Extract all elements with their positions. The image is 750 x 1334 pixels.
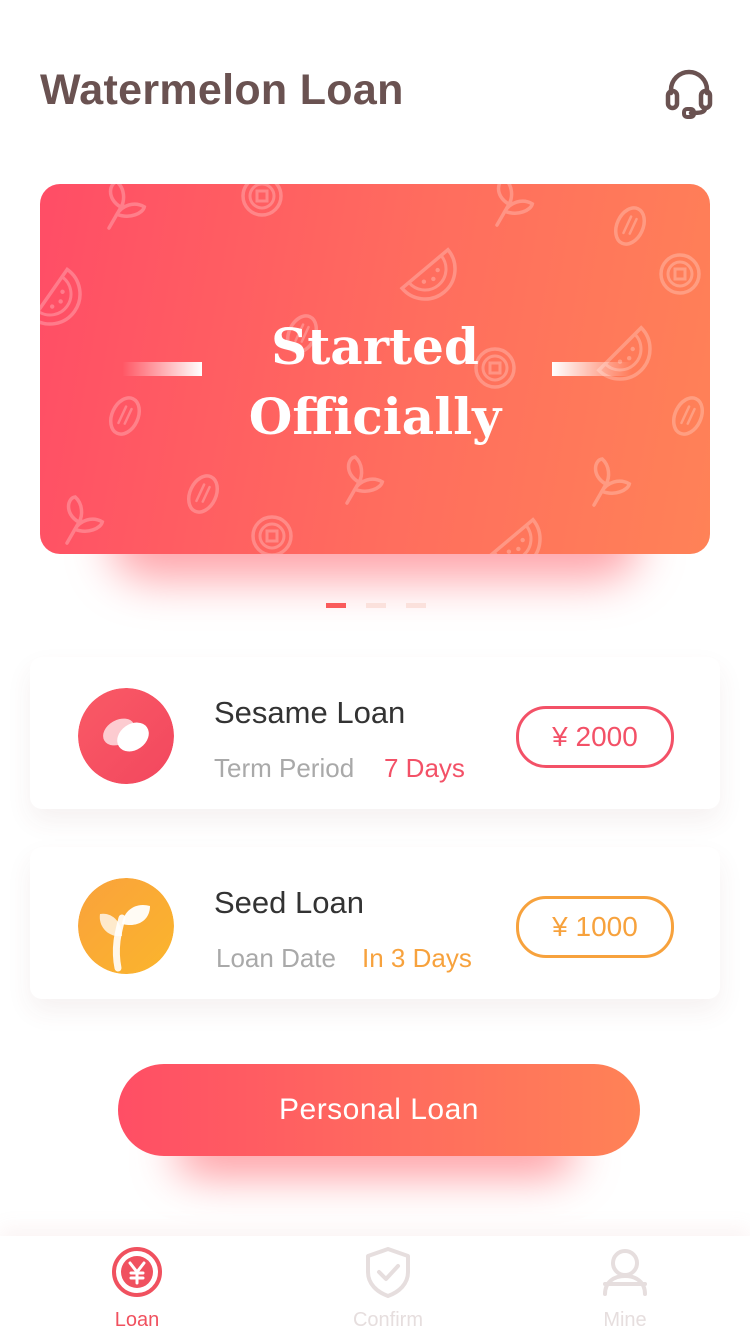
carousel-dot[interactable]: [406, 603, 426, 608]
carousel-dot[interactable]: [366, 603, 386, 608]
loan-meta-value: In 3 Days: [362, 943, 472, 973]
promo-banner[interactable]: Started Officially: [40, 184, 710, 554]
tab-mine[interactable]: Mine: [500, 1236, 750, 1334]
loan-name: Seed Loan: [214, 885, 364, 920]
loan-meta-label: Term Period: [214, 753, 355, 783]
tab-label: Confirm: [352, 1309, 423, 1331]
loan-name: Sesame Loan: [214, 695, 406, 730]
loan-card-seed[interactable]: Seed Loan Loan Date In 3 Days ¥ 1000: [30, 847, 720, 999]
personal-loan-button[interactable]: Personal Loan: [118, 1064, 640, 1156]
tab-loan[interactable]: Loan: [12, 1236, 262, 1334]
page-title: Watermelon Loan: [40, 66, 404, 114]
yen-coin-icon: [112, 1247, 162, 1297]
sesame-icon: [78, 688, 174, 784]
carousel-dot[interactable]: [326, 603, 346, 608]
user-icon: [603, 1249, 647, 1296]
banner-title-line1: Started: [271, 317, 479, 376]
loan-card-sesame[interactable]: Sesame Loan Term Period 7 Days ¥ 2000: [30, 657, 720, 809]
sprout-icon: [78, 878, 174, 974]
tab-label: Loan: [114, 1309, 160, 1331]
tab-label: Mine: [603, 1309, 647, 1331]
loan-amount-button[interactable]: ¥ 1000: [516, 896, 674, 958]
loan-meta-value: 7 Days: [384, 753, 465, 783]
banner-title-line2: Officially: [248, 387, 502, 446]
shield-check-icon: [366, 1247, 410, 1298]
tab-confirm[interactable]: Confirm: [263, 1236, 513, 1334]
loan-meta-label: Loan Date: [216, 943, 336, 973]
loan-amount-button[interactable]: ¥ 2000: [516, 706, 674, 768]
bottom-tab-bar: Loan Confirm Mine: [0, 1236, 750, 1334]
headset-icon[interactable]: [664, 66, 714, 122]
